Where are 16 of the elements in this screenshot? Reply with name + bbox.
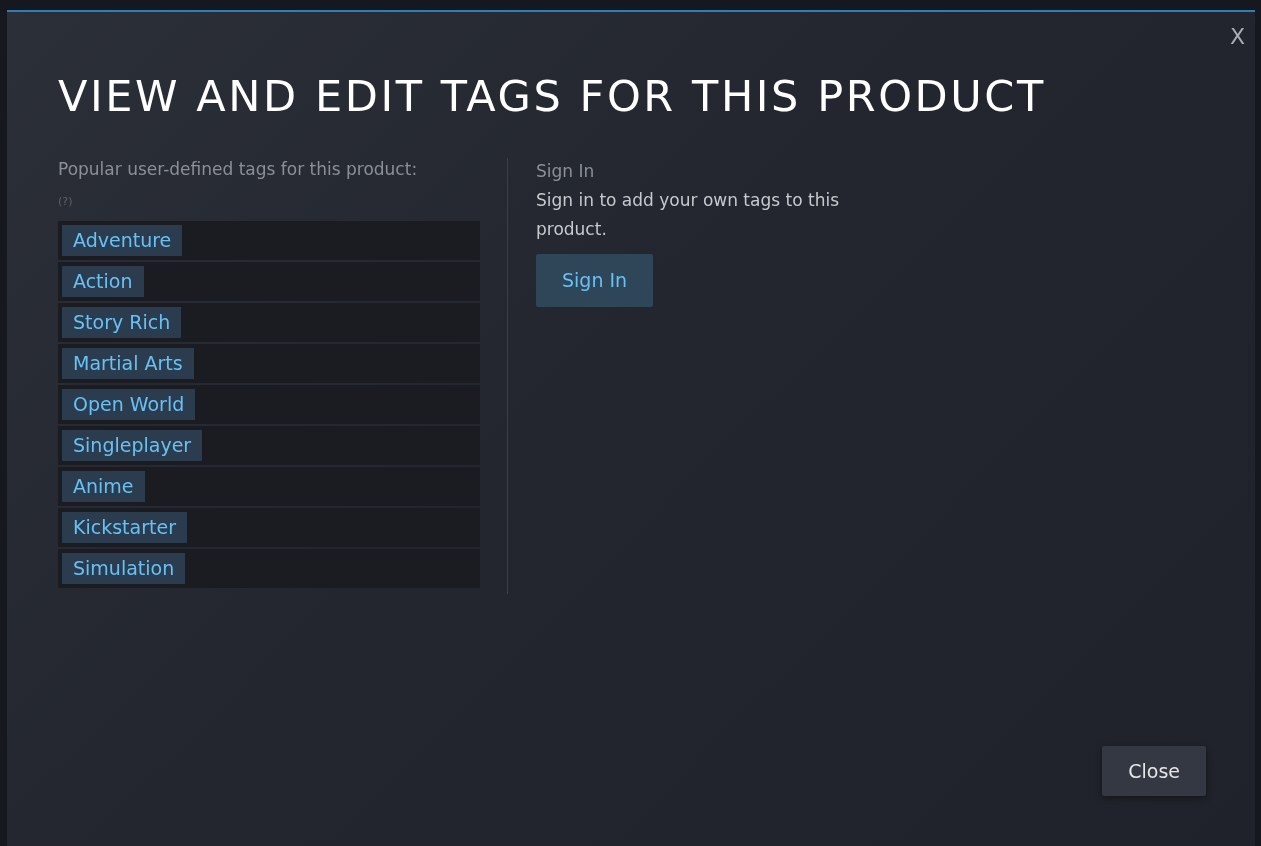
sign-in-heading: Sign In	[536, 160, 595, 183]
tag-chip[interactable]: Simulation	[62, 553, 186, 584]
tag-chip[interactable]: Martial Arts	[62, 348, 194, 379]
sign-in-button[interactable]: Sign In	[536, 254, 654, 307]
tag-chip[interactable]: Kickstarter	[62, 512, 187, 543]
tag-chip[interactable]: Open World	[62, 389, 196, 420]
tag-chip[interactable]: Action	[62, 266, 144, 297]
tags-intro: Popular user-defined tags for this product: (?)	[58, 158, 418, 210]
tag-chip[interactable]: Anime	[62, 471, 145, 502]
x-close-button[interactable]: X	[1229, 26, 1245, 48]
tag-chip[interactable]: Singleplayer	[62, 430, 203, 461]
sign-in-text: Sign in to add your own tags to this product.	[536, 189, 840, 241]
tag-chip[interactable]: Adventure	[62, 225, 183, 256]
tag-chip[interactable]: Story Rich	[62, 307, 182, 338]
dialog-title: VIEW AND EDIT TAGS FOR THIS PRODUCT	[58, 70, 1047, 123]
close-dialog-button[interactable]: Close	[1102, 746, 1206, 796]
